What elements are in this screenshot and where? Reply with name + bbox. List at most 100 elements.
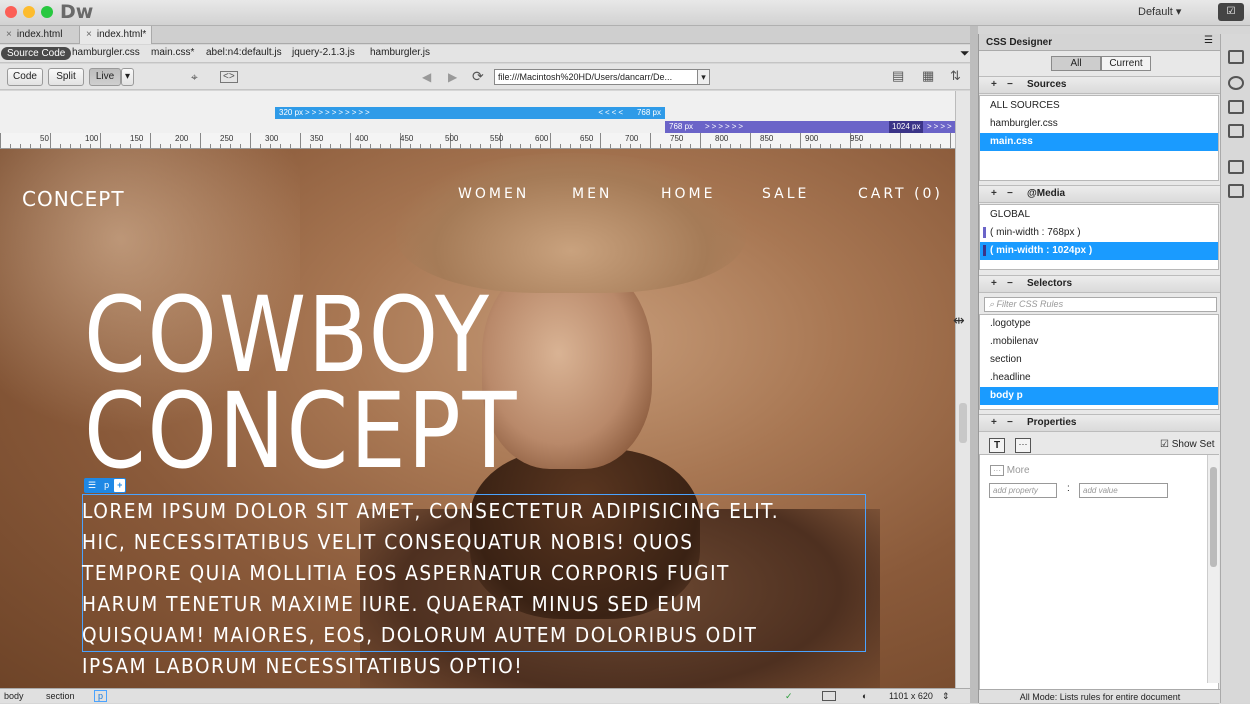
visual-aids-icon[interactable]: ▤ <box>892 68 904 84</box>
add-class-icon[interactable]: + <box>114 479 126 492</box>
remove-property-icon[interactable]: − <box>1007 415 1013 431</box>
inspect-target-icon[interactable]: ⌖ <box>191 70 198 85</box>
nav-link-sale[interactable]: SALE <box>762 186 809 202</box>
window-size-dropdown-icon[interactable]: ⇕ <box>942 691 950 702</box>
filter-icon[interactable]: ⏷ <box>960 46 970 61</box>
source-item[interactable]: hamburgler.css <box>980 115 1218 133</box>
media-item[interactable]: ( min-width : 768px ) <box>980 224 1218 242</box>
properties-scrollbar[interactable] <box>1207 455 1219 683</box>
assets-icon[interactable] <box>1228 100 1244 114</box>
remove-source-icon[interactable]: − <box>1007 77 1013 93</box>
nav-link-men[interactable]: MEN <box>572 186 612 202</box>
sort-transfer-icon[interactable]: ⇅ <box>950 68 961 84</box>
live-options-dropdown[interactable]: ▾ <box>121 68 134 86</box>
files-panel-icon[interactable] <box>1228 160 1244 174</box>
add-property-icon[interactable]: + <box>991 415 997 431</box>
resize-handle-icon[interactable]: ⇹ <box>953 312 965 329</box>
chevrons-right-icon: >>>>>>>>>> <box>305 108 372 117</box>
minimize-window-button[interactable] <box>23 6 35 18</box>
text-properties-icon[interactable]: T <box>989 438 1005 453</box>
file-management-icon[interactable]: ▦ <box>922 68 934 84</box>
remove-selector-icon[interactable]: − <box>1007 276 1013 292</box>
code-navigator-icon[interactable]: <> <box>220 71 238 83</box>
media-item-selected[interactable]: ( min-width : 1024px ) <box>980 242 1218 260</box>
insert-panel-icon[interactable] <box>1228 184 1244 198</box>
related-file[interactable]: hamburgler.js <box>370 47 430 58</box>
panel-divider[interactable] <box>970 26 978 703</box>
doc-tab-label: index.html* <box>96 29 147 40</box>
tag-selector-body[interactable]: body <box>4 691 24 701</box>
nav-link-cart[interactable]: CART (0) <box>858 186 943 202</box>
properties-list: ··· More add property : add value <box>979 454 1219 704</box>
nav-link-home[interactable]: HOME <box>661 186 715 202</box>
element-hud[interactable]: ☰ p + <box>84 478 127 493</box>
add-property-input[interactable]: add property <box>989 483 1057 498</box>
window-size[interactable]: 1101 x 620 <box>889 691 933 701</box>
ruler-tick <box>100 133 101 148</box>
add-value-input[interactable]: add value <box>1079 483 1168 498</box>
sync-check-icon[interactable]: ☑ <box>1218 3 1244 21</box>
address-field[interactable]: file:///Macintosh%20HD/Users/dancarr/De.… <box>494 69 710 85</box>
source-item-selected[interactable]: main.css <box>980 133 1218 151</box>
site-logotype[interactable]: CONCEPT <box>22 187 125 211</box>
show-set-checkbox[interactable]: ☑ Show Set <box>1160 439 1215 450</box>
split-view-button[interactable]: Split <box>48 68 84 86</box>
close-tab-icon[interactable]: × <box>86 29 92 40</box>
add-media-icon[interactable]: + <box>991 186 997 202</box>
mode-all-button[interactable]: All <box>1051 56 1101 71</box>
selector-item[interactable]: section <box>980 351 1218 369</box>
snippets-icon[interactable] <box>1228 124 1244 138</box>
close-tab-icon[interactable]: × <box>6 29 12 40</box>
source-item[interactable]: ALL SOURCES <box>980 97 1218 115</box>
mode-current-button[interactable]: Current <box>1101 56 1151 71</box>
live-view-scrollbar[interactable] <box>955 91 970 688</box>
selector-item-selected[interactable]: body p <box>980 387 1218 405</box>
related-file[interactable]: hamburgler.css <box>72 47 140 58</box>
tag-selector-section[interactable]: section <box>46 691 75 701</box>
tag-selector-p[interactable]: p <box>94 690 108 702</box>
zoom-window-button[interactable] <box>41 6 53 18</box>
workspace-switcher[interactable]: Default ▾ <box>1138 5 1181 18</box>
back-arrow-icon[interactable]: ◀ <box>422 70 431 84</box>
live-view-button[interactable]: Live <box>89 68 121 86</box>
panel-title[interactable]: CSS Designer <box>986 37 1052 48</box>
selectors-list: .logotype .mobilenav section .headline b… <box>979 314 1219 410</box>
selector-item[interactable]: .headline <box>980 369 1218 387</box>
screen-size-icon[interactable] <box>822 691 836 701</box>
body-paragraph[interactable]: Lorem ipsum dolor sit amet, consectetur … <box>82 496 789 682</box>
source-code-button[interactable]: Source Code <box>1 47 72 60</box>
properties-scroll-thumb[interactable] <box>1210 467 1217 567</box>
media-item[interactable]: GLOBAL <box>980 206 1218 224</box>
menu-icon[interactable]: ☰ <box>84 478 100 493</box>
related-file[interactable]: main.css* <box>151 47 194 58</box>
code-view-button[interactable]: Code <box>7 68 43 86</box>
headline[interactable]: COWBOY CONCEPT <box>84 283 518 483</box>
address-dropdown[interactable]: ▾ <box>697 69 710 85</box>
globe-icon[interactable]: ◐ <box>862 691 867 701</box>
no-errors-icon[interactable]: ✓ <box>785 691 793 702</box>
add-selector-icon[interactable]: + <box>991 276 997 292</box>
css-transitions-icon[interactable] <box>1228 76 1244 90</box>
media-query-bar-max[interactable]: 320 px >>>>>>>>>> <<<< 768 px <box>275 107 665 119</box>
forward-arrow-icon[interactable]: ▶ <box>448 70 457 84</box>
more-properties-icon[interactable]: ··· <box>1015 438 1031 453</box>
scrollbar-thumb[interactable] <box>959 403 967 443</box>
filter-css-rules-input[interactable]: ⌕ Filter CSS Rules <box>984 297 1217 312</box>
remove-media-icon[interactable]: − <box>1007 186 1013 202</box>
dom-panel-icon[interactable] <box>1228 50 1244 64</box>
media-query-bar-min[interactable]: 768 px >>>>>> 1024 px >>>> <box>665 121 970 133</box>
more-section[interactable]: ··· More <box>990 465 1030 476</box>
refresh-icon[interactable]: ⟳ <box>472 68 484 85</box>
selector-item[interactable]: .logotype <box>980 315 1218 333</box>
doc-tab-index[interactable]: × index.html <box>0 26 80 44</box>
panel-menu-icon[interactable]: ☰ <box>1204 35 1213 46</box>
media-color-marker <box>983 244 986 256</box>
close-window-button[interactable] <box>5 6 17 18</box>
related-file[interactable]: abel:n4:default.js <box>206 47 282 58</box>
doc-tab-index-modified[interactable]: × index.html* <box>80 26 152 44</box>
nav-link-women[interactable]: WOMEN <box>458 186 529 202</box>
related-file[interactable]: jquery-2.1.3.js <box>292 47 355 58</box>
add-source-icon[interactable]: + <box>991 77 997 93</box>
selector-item[interactable]: .mobilenav <box>980 333 1218 351</box>
live-view-canvas[interactable]: CONCEPT WOMEN MEN HOME SALE CART (0) COW… <box>0 149 955 688</box>
